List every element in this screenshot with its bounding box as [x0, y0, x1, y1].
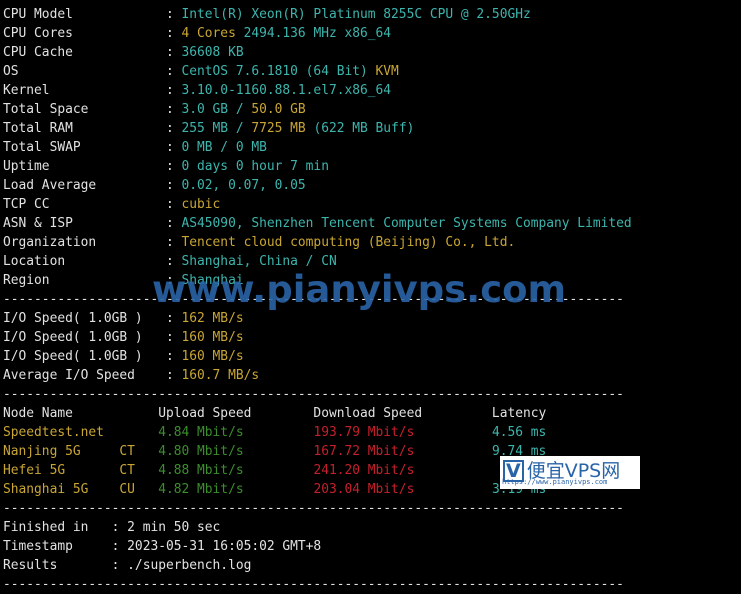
- terminal-line: ----------------------------------------…: [3, 385, 632, 404]
- terminal-text: Intel(R) Xeon(R) Platinum 8255C CPU @ 2.…: [181, 7, 531, 22]
- terminal-text: TCP CC :: [3, 197, 182, 212]
- terminal-text: 4.84 Mbit/s: [158, 425, 314, 440]
- terminal-text: 160 MB/s: [181, 330, 244, 345]
- terminal-text: 203.04 Mbit/s: [313, 482, 492, 497]
- terminal-line: Organization : Tencent cloud computing (…: [3, 233, 632, 252]
- terminal-text: Finished in : 2 min 50 sec: [3, 520, 221, 535]
- terminal-line: CPU Cores : 4 Cores 2494.136 MHz x86_64: [3, 24, 632, 43]
- terminal-line: Finished in : 2 min 50 sec: [3, 518, 632, 537]
- terminal-line: Total SWAP : 0 MB / 0 MB: [3, 138, 632, 157]
- terminal-text: 0 days 0 hour 7 min: [181, 159, 329, 174]
- terminal-text: Timestamp : 2023-05-31 16:05:02 GMT+8: [3, 539, 322, 554]
- terminal-text: 160.7 MB/s: [181, 368, 260, 383]
- terminal-text: 36608 KB: [181, 45, 244, 60]
- terminal-text: I/O Speed( 1.0GB ) :: [3, 311, 182, 326]
- terminal-text: Total RAM :: [3, 121, 182, 136]
- terminal-line: I/O Speed( 1.0GB ) : 162 MB/s: [3, 309, 632, 328]
- terminal-text: 4.88 Mbit/s: [158, 463, 314, 478]
- terminal-text: Hefei 5G CT: [3, 463, 159, 478]
- terminal-text: ----------------------------------------…: [3, 577, 624, 592]
- terminal-text: CentOS 7.6.1810 (64 Bit): [181, 64, 376, 79]
- terminal-text: AS45090, Shenzhen Tencent Computer Syste…: [181, 216, 632, 231]
- terminal-text: 0.02, 0.07, 0.05: [181, 178, 306, 193]
- terminal-text: 255 MB /: [181, 121, 252, 136]
- terminal-text: I/O Speed( 1.0GB ) :: [3, 349, 182, 364]
- logo-url: https://www.pianyivps.com: [502, 478, 608, 486]
- terminal-text: 162 MB/s: [181, 311, 244, 326]
- terminal-text: I/O Speed( 1.0GB ) :: [3, 330, 182, 345]
- terminal-text: Shanghai, China / CN: [181, 254, 337, 269]
- terminal-text: 241.20 Mbit/s: [313, 463, 492, 478]
- terminal-text: cubic: [181, 197, 221, 212]
- terminal-text: 7725 MB: [251, 121, 314, 136]
- terminal-line: I/O Speed( 1.0GB ) : 160 MB/s: [3, 347, 632, 366]
- terminal-text: Node Name Upload Speed Download Speed La…: [3, 406, 547, 421]
- terminal-text: ----------------------------------------…: [3, 387, 624, 402]
- terminal-text: Tencent cloud computing (Beijing) Co., L…: [181, 235, 516, 250]
- terminal-line: Node Name Upload Speed Download Speed La…: [3, 404, 632, 423]
- terminal-line: Total Space : 3.0 GB / 50.0 GB: [3, 100, 632, 119]
- watermark-logo: V 便宜VPS网 https://www.pianyivps.com: [500, 456, 640, 489]
- terminal-line: Kernel : 3.10.0-1160.88.1.el7.x86_64: [3, 81, 632, 100]
- terminal-line: CPU Model : Intel(R) Xeon(R) Platinum 82…: [3, 5, 632, 24]
- terminal-text: ----------------------------------------…: [3, 501, 624, 516]
- terminal-text: Total Space :: [3, 102, 182, 117]
- terminal-text: 4.80 Mbit/s: [158, 444, 314, 459]
- terminal-line: TCP CC : cubic: [3, 195, 632, 214]
- terminal-text: 50.0 GB: [251, 102, 306, 117]
- terminal-text: CPU Cache :: [3, 45, 182, 60]
- terminal-line: Total RAM : 255 MB / 7725 MB (622 MB Buf…: [3, 119, 632, 138]
- terminal-text: Average I/O Speed :: [3, 368, 182, 383]
- terminal-text: Results : ./superbench.log: [3, 558, 252, 573]
- watermark-text: www.pianyivps.com: [152, 268, 567, 311]
- terminal-text: Uptime :: [3, 159, 182, 174]
- terminal-text: 160 MB/s: [181, 349, 244, 364]
- terminal-line: ASN & ISP : AS45090, Shenzhen Tencent Co…: [3, 214, 632, 233]
- terminal-text: 193.79 Mbit/s: [313, 425, 492, 440]
- terminal-text: 3.10.0-1160.88.1.el7.x86_64: [181, 83, 392, 98]
- terminal-line: CPU Cache : 36608 KB: [3, 43, 632, 62]
- terminal-line: Uptime : 0 days 0 hour 7 min: [3, 157, 632, 176]
- terminal-text: Total SWAP :: [3, 140, 182, 155]
- terminal-text: 167.72 Mbit/s: [313, 444, 492, 459]
- terminal-text: 4.82 Mbit/s: [158, 482, 314, 497]
- terminal-line: Speedtest.net 4.84 Mbit/s 193.79 Mbit/s …: [3, 423, 632, 442]
- terminal-line: OS : CentOS 7.6.1810 (64 Bit) KVM: [3, 62, 632, 81]
- terminal-text: Kernel :: [3, 83, 182, 98]
- terminal-line: Load Average : 0.02, 0.07, 0.05: [3, 176, 632, 195]
- terminal-text: OS :: [3, 64, 182, 79]
- terminal-line: Average I/O Speed : 160.7 MB/s: [3, 366, 632, 385]
- terminal-text: 4.56 ms: [491, 425, 547, 440]
- terminal-text: Nanjing 5G CT: [3, 444, 159, 459]
- terminal-text: KVM: [375, 64, 399, 79]
- terminal-text: Location :: [3, 254, 182, 269]
- terminal-text: (622 MB Buff): [313, 121, 415, 136]
- terminal-line: Results : ./superbench.log: [3, 556, 632, 575]
- terminal-line: Timestamp : 2023-05-31 16:05:02 GMT+8: [3, 537, 632, 556]
- terminal-text: 2494.136 MHz x86_64: [243, 26, 392, 41]
- terminal-text: 0 MB / 0 MB: [181, 140, 267, 155]
- terminal-text: Speedtest.net: [3, 425, 159, 440]
- terminal-text: 4 Cores: [181, 26, 244, 41]
- terminal-text: CPU Model :: [3, 7, 182, 22]
- terminal-text: CPU Cores :: [3, 26, 182, 41]
- terminal-text: Organization :: [3, 235, 182, 250]
- terminal-text: 3.0 GB /: [181, 102, 252, 117]
- terminal-line: ----------------------------------------…: [3, 499, 632, 518]
- terminal-text: ASN & ISP :: [3, 216, 182, 231]
- terminal-line: ----------------------------------------…: [3, 575, 632, 594]
- terminal-text: Load Average :: [3, 178, 182, 193]
- terminal-text: Shanghai 5G CU: [3, 482, 159, 497]
- terminal-line: I/O Speed( 1.0GB ) : 160 MB/s: [3, 328, 632, 347]
